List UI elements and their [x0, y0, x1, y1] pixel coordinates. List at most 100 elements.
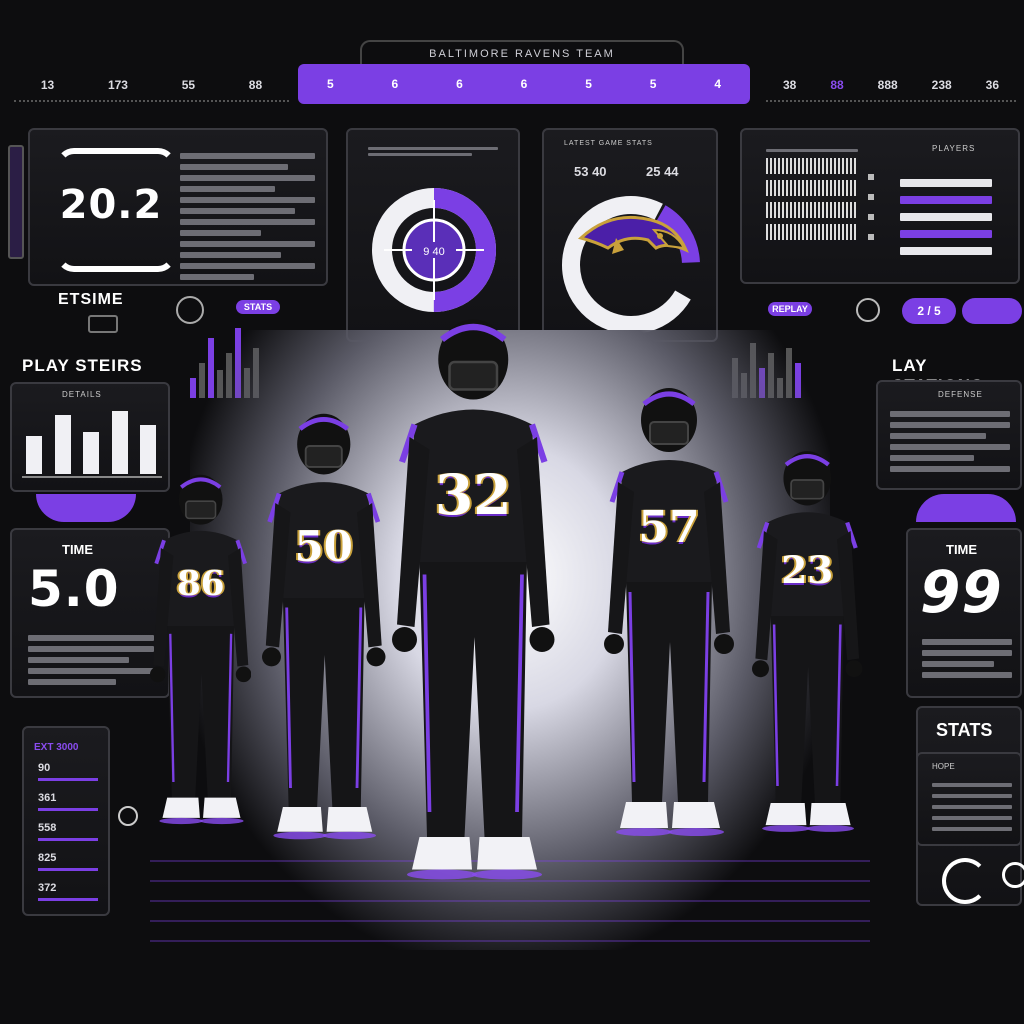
- list-item-value: 90: [38, 762, 51, 774]
- player-silhouette: [392, 319, 555, 880]
- tick-left-2: 55: [181, 78, 196, 92]
- right-stats-sub: HOPE: [932, 762, 955, 771]
- nav-item-5[interactable]: 5: [650, 77, 657, 91]
- list-item[interactable]: 372: [38, 882, 98, 912]
- right-detail-panel: DEFENSE: [876, 380, 1022, 490]
- tick-left-1: 173: [107, 78, 128, 92]
- player-silhouette: [262, 413, 386, 840]
- donut-panel: 9 40: [346, 128, 520, 342]
- bar-chart-bar: [140, 425, 156, 474]
- whistle-icon[interactable]: [1002, 862, 1024, 888]
- player-figure[interactable]: 57: [604, 382, 734, 852]
- jersey-number: 32: [434, 462, 512, 527]
- player-figure[interactable]: 50: [262, 408, 386, 855]
- player-silhouette: [150, 474, 252, 825]
- nav-item-6[interactable]: 4: [714, 77, 721, 91]
- nav-item-4[interactable]: 5: [585, 77, 592, 91]
- bar-chart: [26, 404, 156, 474]
- logo-gauge: [562, 196, 700, 334]
- list-item[interactable]: 825: [38, 852, 98, 882]
- nav-item-2[interactable]: 6: [456, 77, 463, 91]
- ruler-left: [14, 100, 289, 106]
- left-list-panel: EXT 3000 90 361 558 825 372: [22, 726, 110, 916]
- estime-label: ETSIME: [58, 291, 124, 308]
- ruler-right: [766, 100, 1016, 106]
- right-stats-rows: [932, 776, 1012, 838]
- header-title: BALTIMORE RAVENS TEAM: [429, 48, 615, 60]
- bar-chart-baseline: [22, 476, 162, 478]
- nav-item-3[interactable]: 6: [521, 77, 528, 91]
- tick-right-0: 38: [782, 78, 797, 92]
- bar-chart-bar: [54, 414, 71, 474]
- stats-pill[interactable]: STATS: [236, 300, 280, 314]
- score-stripes: [180, 148, 315, 285]
- tick-right-3: 238: [931, 78, 952, 92]
- right-purple-tab[interactable]: [916, 494, 1016, 522]
- jersey-number: 23: [781, 548, 834, 592]
- time-stripes-right: [922, 634, 1012, 683]
- time-panel-left: TIME 5.0: [10, 528, 170, 698]
- top-left-ticks: 13 173 55 88: [14, 74, 289, 96]
- logo-panel-header: LATEST GAME STATS: [564, 140, 653, 147]
- left-accent-bar: [8, 145, 24, 259]
- replay-pill[interactable]: REPLAY: [768, 302, 812, 316]
- tick-right-4: 36: [985, 78, 999, 92]
- list-item[interactable]: 90: [38, 762, 98, 792]
- time-value-right: 99: [920, 558, 1003, 626]
- left-purple-tab[interactable]: [36, 494, 136, 522]
- nav-item-0[interactable]: 5: [327, 77, 334, 91]
- list-item[interactable]: 361: [38, 792, 98, 822]
- right-top-dots: [868, 160, 880, 254]
- right-detail-sub: DEFENSE: [938, 390, 983, 399]
- player-figure[interactable]: 32: [392, 312, 555, 900]
- bar-chart-panel: DETAILS: [10, 382, 170, 492]
- time-value-left: 5.0: [28, 560, 120, 618]
- score-panel: 20.2: [28, 128, 328, 286]
- right-top-bars: [900, 170, 992, 264]
- list-item[interactable]: 558: [38, 822, 98, 852]
- bar-chart-bar: [83, 432, 99, 474]
- top-right-ticks: 38 88 888 238 36: [766, 74, 1016, 96]
- time-stripes-left: [28, 630, 154, 690]
- score-value: 20.2: [59, 182, 163, 228]
- tick-right-2: 888: [877, 78, 898, 92]
- logo-panel: LATEST GAME STATS 53 40 25 44: [542, 128, 718, 342]
- right-detail-stripes: [890, 406, 1010, 477]
- list-item-value: 825: [38, 852, 57, 864]
- donut-center-label: 9 40: [423, 246, 444, 258]
- logo-stat-b: 25 44: [646, 164, 679, 179]
- player-figure[interactable]: 23: [752, 446, 863, 846]
- right-stats-title: STATS: [936, 720, 993, 740]
- right-top-header: PLAYERS: [932, 144, 976, 153]
- toggle-switch[interactable]: [88, 315, 118, 333]
- bar-chart-title: DETAILS: [62, 390, 102, 399]
- time-label-right: TIME: [946, 542, 978, 557]
- player-silhouette: [752, 451, 863, 832]
- left-bottom-dial-icon[interactable]: [118, 806, 138, 826]
- nav-item-1[interactable]: 6: [392, 77, 399, 91]
- gauge-track: [562, 196, 700, 334]
- replay-icon[interactable]: [942, 858, 988, 904]
- header: BALTIMORE RAVENS TEAM 13 173 55 88 5 6 6…: [0, 0, 1024, 110]
- toggle-pill-b[interactable]: [962, 298, 1022, 324]
- jersey-number: 86: [176, 563, 225, 604]
- tick-right-1: 88: [830, 78, 844, 92]
- left-list: 90 361 558 825 372: [38, 762, 98, 912]
- toggle-pill-a[interactable]: 2 / 5: [902, 298, 956, 324]
- right-top-panel: PLAYERS: [740, 128, 1020, 284]
- jersey-number: 57: [638, 502, 700, 553]
- nav-bar[interactable]: 5 6 6 6 5 5 4: [298, 64, 750, 104]
- list-item-value: 372: [38, 882, 57, 894]
- tick-left-3: 88: [248, 78, 263, 92]
- player-figure[interactable]: 86: [150, 470, 252, 837]
- time-panel-right: TIME 99: [906, 528, 1022, 698]
- tick-left-0: 13: [40, 78, 55, 92]
- bar-chart-bar: [111, 411, 128, 474]
- players-section-title: PLAY STEIRS: [22, 356, 143, 375]
- time-label-left: TIME: [62, 542, 94, 557]
- list-item-value: 361: [38, 792, 57, 804]
- right-top-stripes-left: [766, 144, 858, 246]
- player-silhouette: [604, 388, 734, 836]
- jersey-number: 50: [294, 522, 353, 571]
- donut-stripes: [368, 144, 498, 159]
